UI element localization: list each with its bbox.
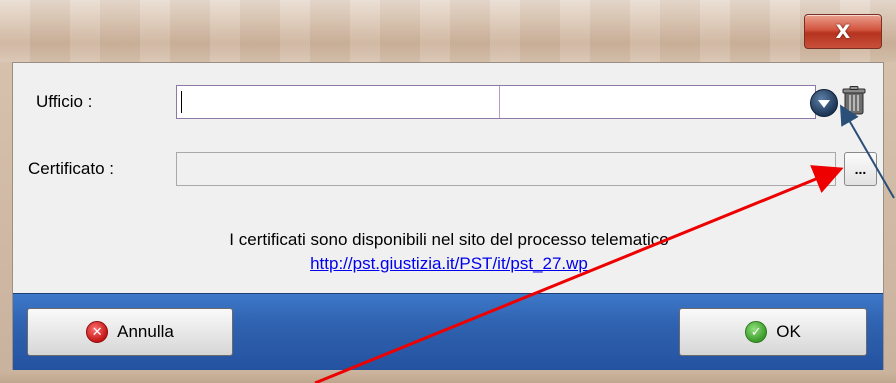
ok-button[interactable]: ✓ OK xyxy=(679,308,867,356)
cancel-button[interactable]: ✕ Annulla xyxy=(27,308,233,356)
window-titlebar xyxy=(0,0,896,62)
text-caret xyxy=(181,91,182,113)
window-frame-left xyxy=(0,62,12,383)
dialog-client-area: Ufficio : Certificato : ... I certificat… xyxy=(12,62,884,370)
dropdown-arrow-button[interactable] xyxy=(810,89,838,117)
window-frame-right xyxy=(884,62,896,383)
browse-button[interactable]: ... xyxy=(844,152,877,186)
certificato-label: Certificato : xyxy=(28,159,114,178)
check-circle-icon: ✓ xyxy=(745,321,768,343)
ufficio-combo-input[interactable] xyxy=(176,85,816,119)
pst-link[interactable]: http://pst.giustizia.it/PST/it/pst_27.wp xyxy=(13,254,885,274)
cancel-button-label: Annulla xyxy=(117,322,174,341)
close-window-button[interactable]: X xyxy=(804,14,882,49)
window-frame-bottom xyxy=(0,370,896,383)
input-divider xyxy=(499,86,500,118)
trash-icon[interactable] xyxy=(842,86,866,116)
button-bar: ✕ Annulla ✓ OK xyxy=(13,293,883,370)
chevron-down-icon xyxy=(818,100,830,108)
x-circle-icon: ✕ xyxy=(86,321,109,343)
ok-button-label: OK xyxy=(776,322,801,341)
info-text: I certificati sono disponibili nel sito … xyxy=(229,230,669,249)
certificato-input[interactable] xyxy=(176,152,836,186)
close-icon: X xyxy=(835,20,851,43)
ufficio-label: Ufficio : xyxy=(36,92,93,111)
